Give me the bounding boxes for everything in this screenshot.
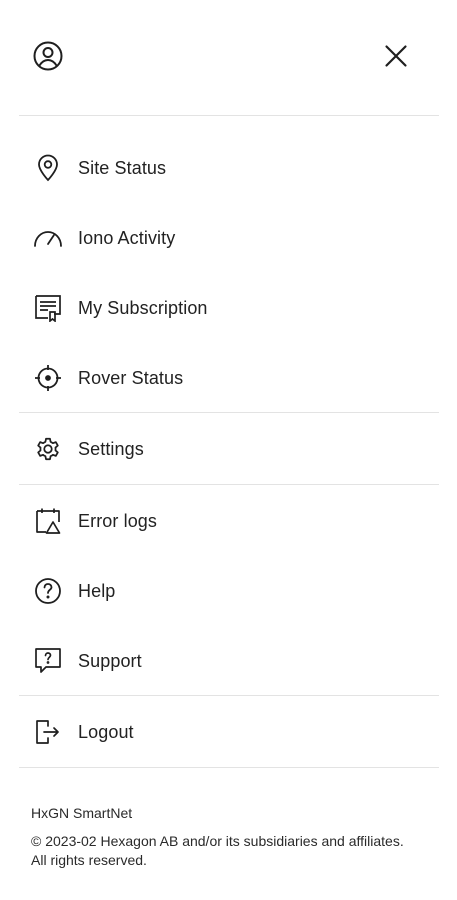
footer-copyright: © 2023-02 Hexagon AB and/or its subsidia… bbox=[31, 833, 404, 868]
drawer-header bbox=[0, 0, 457, 115]
speedometer-icon bbox=[32, 222, 64, 254]
support-chat-icon bbox=[32, 645, 64, 677]
receipt-icon bbox=[32, 292, 64, 324]
location-pin-icon bbox=[32, 152, 64, 184]
logout-icon bbox=[32, 716, 64, 748]
menu-item-label: My Subscription bbox=[78, 297, 208, 318]
menu-item-logout[interactable]: Logout bbox=[19, 704, 439, 760]
menu-item-support[interactable]: Support bbox=[19, 633, 439, 689]
menu-item-my-subscription[interactable]: My Subscription bbox=[19, 280, 439, 336]
menu-item-site-status[interactable]: Site Status bbox=[19, 140, 439, 196]
footer-app-name: HxGN SmartNet bbox=[31, 805, 133, 821]
divider bbox=[19, 412, 439, 413]
menu-item-label: Help bbox=[78, 580, 116, 601]
menu-item-label: Error logs bbox=[78, 510, 158, 531]
calendar-warning-icon bbox=[32, 505, 64, 537]
menu-item-help[interactable]: Help bbox=[19, 563, 439, 619]
account-circle-icon bbox=[32, 40, 64, 72]
menu-item-label: Iono Activity bbox=[78, 227, 176, 248]
menu-item-iono-activity[interactable]: Iono Activity bbox=[19, 210, 439, 266]
close-icon bbox=[384, 44, 408, 68]
divider bbox=[19, 484, 439, 485]
menu-item-settings[interactable]: Settings bbox=[19, 421, 439, 477]
menu-item-label: Rover Status bbox=[78, 367, 184, 388]
menu-item-label: Site Status bbox=[78, 157, 167, 178]
menu-item-label: Logout bbox=[78, 721, 134, 742]
menu-item-rover-status[interactable]: Rover Status bbox=[19, 350, 439, 406]
crosshair-icon bbox=[32, 362, 64, 394]
divider bbox=[19, 767, 439, 768]
menu-item-error-logs[interactable]: Error logs bbox=[19, 493, 439, 549]
menu-item-label: Support bbox=[78, 650, 142, 671]
close-button[interactable] bbox=[380, 40, 412, 72]
divider bbox=[19, 695, 439, 696]
menu-item-label: Settings bbox=[78, 438, 144, 459]
gear-icon bbox=[32, 433, 64, 465]
divider bbox=[19, 115, 439, 116]
question-circle-icon bbox=[32, 575, 64, 607]
profile-button[interactable] bbox=[31, 39, 65, 73]
